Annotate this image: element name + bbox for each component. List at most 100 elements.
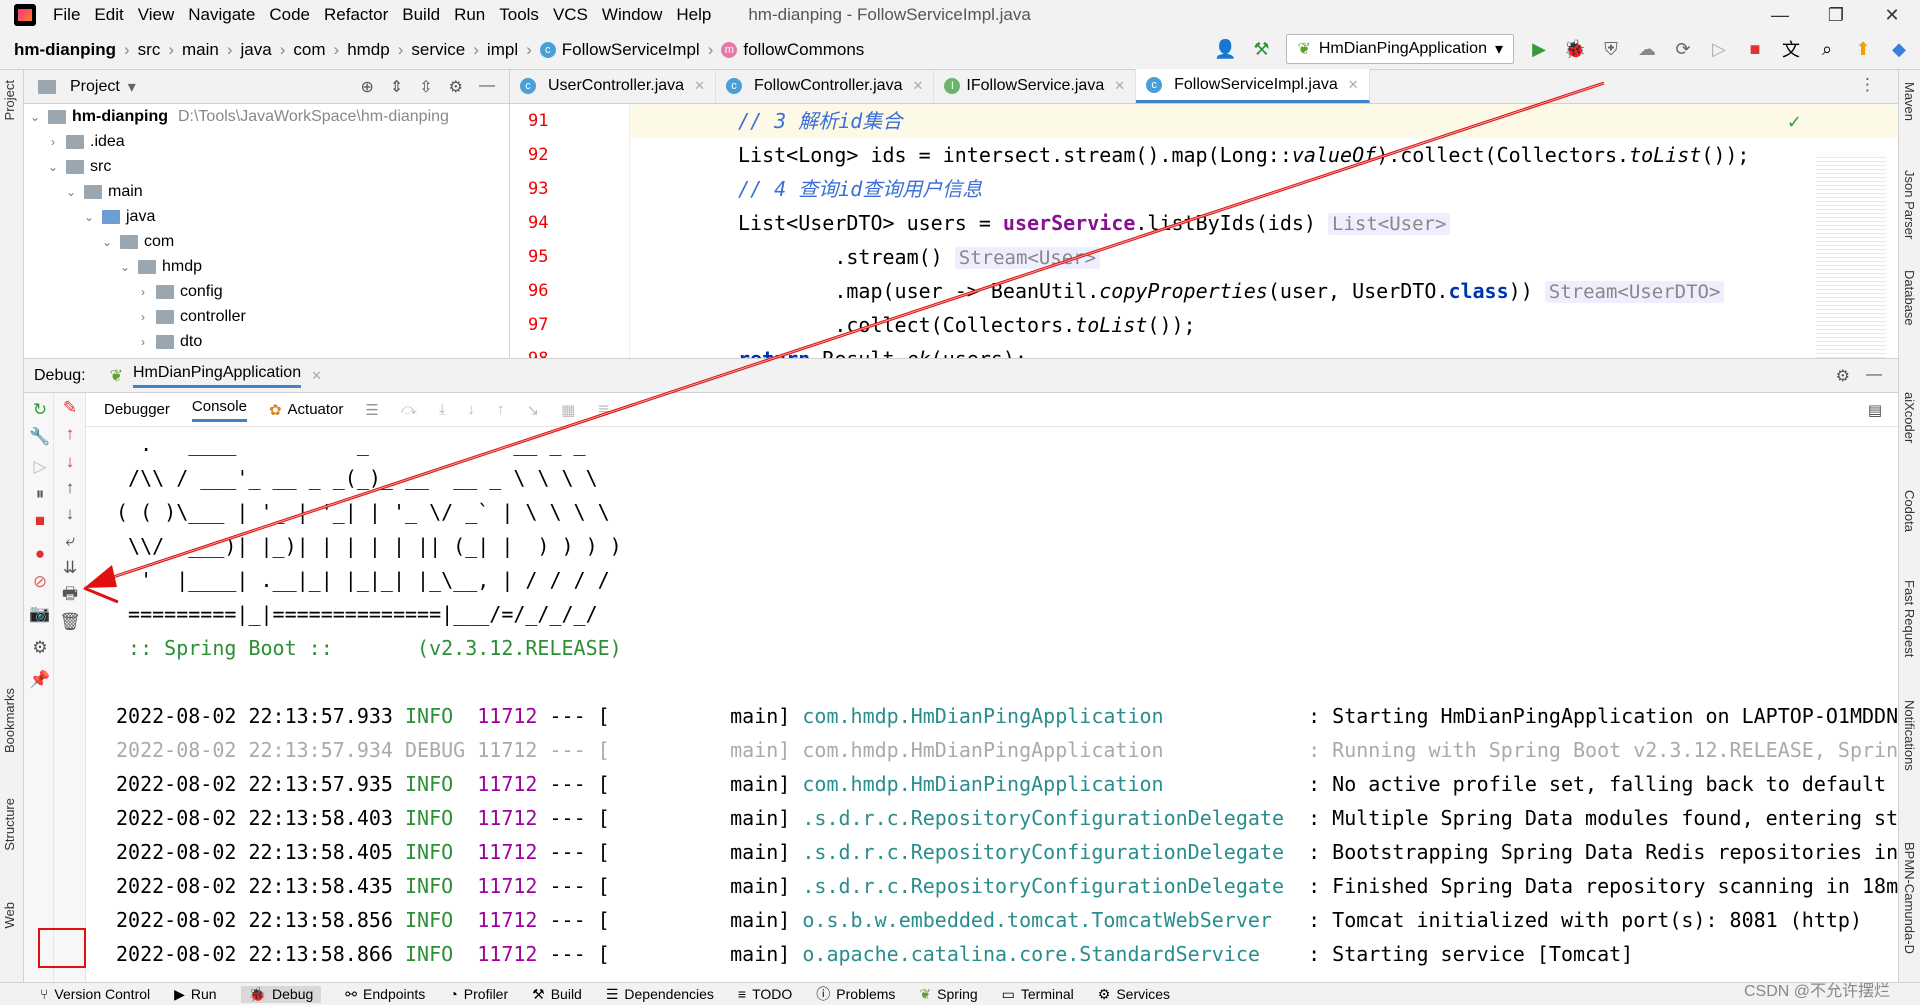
- tool-window-database[interactable]: Database: [1902, 270, 1917, 326]
- tool-problems[interactable]: ⓘ Problems: [816, 984, 895, 1004]
- show-execution-point-icon[interactable]: ⤼: [401, 401, 417, 418]
- tab-followcontroller[interactable]: c FollowController.java ✕: [716, 69, 935, 103]
- step-out-icon[interactable]: ↑: [497, 401, 505, 418]
- breadcrumb-hmdp[interactable]: hmdp: [347, 40, 390, 60]
- chevron-down-icon[interactable]: ⌄: [46, 160, 60, 174]
- menu-edit[interactable]: Edit: [87, 5, 130, 25]
- close-icon[interactable]: ✕: [1864, 0, 1920, 30]
- code-area[interactable]: // 3 解析id集合 List<Long> ids = intersect.s…: [630, 104, 1898, 358]
- tool-spring[interactable]: ❦ Spring: [919, 986, 977, 1003]
- scroll-down-icon[interactable]: ↓: [59, 503, 81, 525]
- breadcrumb-main[interactable]: main: [182, 40, 219, 60]
- trash-icon[interactable]: 🗑: [59, 611, 81, 633]
- chevron-down-icon[interactable]: ⌄: [118, 260, 132, 274]
- tool-window-bpmn[interactable]: BPMN-Camunda-D: [1902, 842, 1917, 954]
- minimize-icon[interactable]: —: [1752, 0, 1808, 30]
- settings-wrench-icon[interactable]: 🔧: [29, 426, 51, 448]
- tool-window-web[interactable]: Web: [2, 902, 17, 929]
- menu-vcs[interactable]: VCS: [546, 5, 595, 25]
- scroll-up-icon[interactable]: ↑: [59, 477, 81, 499]
- chevron-down-icon[interactable]: ⌄: [100, 235, 114, 249]
- tree-item-idea[interactable]: › .idea: [24, 129, 509, 154]
- stop-icon[interactable]: ■: [29, 510, 51, 532]
- down-arrow-icon[interactable]: ↓: [59, 451, 81, 473]
- project-panel-title[interactable]: Project: [70, 78, 120, 96]
- menu-navigate[interactable]: Navigate: [181, 5, 262, 25]
- pause-icon[interactable]: ⏸: [29, 483, 51, 505]
- debug-session-tab[interactable]: HmDianPingApplication: [133, 364, 302, 388]
- rerun-icon[interactable]: ↻: [29, 399, 51, 421]
- up-arrow-icon[interactable]: ↑: [59, 423, 81, 445]
- resume-icon[interactable]: ▷: [1708, 38, 1730, 60]
- menu-code[interactable]: Code: [262, 5, 317, 25]
- scroll-to-end-icon[interactable]: ⇊: [59, 557, 81, 579]
- close-icon[interactable]: ✕: [694, 78, 705, 94]
- stop-icon[interactable]: ■: [1744, 38, 1766, 60]
- view-breakpoints-icon[interactable]: ●: [29, 543, 51, 565]
- menu-run[interactable]: Run: [447, 5, 492, 25]
- close-icon[interactable]: ✕: [912, 78, 923, 94]
- tool-services[interactable]: ⚙ Services: [1098, 986, 1170, 1003]
- restore-icon[interactable]: ❐: [1808, 0, 1864, 30]
- translate-icon[interactable]: 文: [1780, 38, 1802, 60]
- camera-icon[interactable]: 📷: [29, 603, 51, 625]
- trace-icon[interactable]: ≣: [597, 401, 610, 419]
- inspection-ok-icon[interactable]: ✓: [1787, 112, 1802, 133]
- tab-ifollowservice[interactable]: I IFollowService.java ✕: [934, 69, 1137, 103]
- breadcrumb-service[interactable]: service: [411, 40, 465, 60]
- plugin-logo-icon[interactable]: ◆: [1888, 38, 1910, 60]
- user-icon[interactable]: 👤: [1214, 38, 1236, 60]
- menu-file[interactable]: File: [46, 5, 87, 25]
- tree-item-src[interactable]: ⌄ src: [24, 154, 509, 179]
- layout-icon[interactable]: ▤: [1868, 401, 1882, 419]
- coverage-icon[interactable]: ⛨: [1600, 38, 1622, 60]
- tool-window-bookmarks[interactable]: Bookmarks: [2, 688, 17, 753]
- chevron-right-icon[interactable]: ›: [136, 310, 150, 324]
- tree-item-controller[interactable]: › controller: [24, 304, 509, 329]
- tool-endpoints[interactable]: ⚯ Endpoints: [345, 986, 425, 1003]
- tab-debugger[interactable]: Debugger: [104, 401, 170, 418]
- mute-breakpoints-icon[interactable]: ⊘: [29, 571, 51, 593]
- chevron-right-icon[interactable]: ›: [46, 135, 60, 149]
- tool-todo[interactable]: ≡ TODO: [738, 986, 792, 1002]
- menu-view[interactable]: View: [131, 5, 182, 25]
- resume-program-icon[interactable]: ▷: [29, 456, 51, 478]
- tool-window-json-parser[interactable]: Json Parser: [1902, 170, 1917, 239]
- breadcrumb-src[interactable]: src: [138, 40, 161, 60]
- breadcrumb-project[interactable]: hm-dianping: [14, 40, 116, 60]
- menu-window[interactable]: Window: [595, 5, 669, 25]
- tool-window-project[interactable]: Project: [2, 80, 17, 120]
- tree-item-java[interactable]: ⌄ java: [24, 204, 509, 229]
- run-config-selector[interactable]: ❦ HmDianPingApplication ▾: [1286, 34, 1514, 64]
- locate-icon[interactable]: ⊕: [360, 77, 373, 97]
- gear-icon[interactable]: ⚙: [449, 77, 463, 97]
- breadcrumb-class[interactable]: FollowServiceImpl: [562, 40, 700, 60]
- tool-window-fast-request[interactable]: Fast Request: [1902, 580, 1917, 657]
- tool-debug[interactable]: 🐞 Debug: [240, 985, 322, 1003]
- chevron-down-icon[interactable]: ⌄: [28, 110, 42, 124]
- hide-icon[interactable]: —: [479, 77, 495, 97]
- tool-window-aixcoder[interactable]: aiXcoder: [1902, 392, 1917, 443]
- tree-item-hm-dianping[interactable]: ⌄ hm-dianping D:\Tools\JavaWorkSpace\hm-di…: [24, 104, 509, 129]
- close-icon[interactable]: ✕: [1114, 78, 1125, 94]
- menu-refactor[interactable]: Refactor: [317, 5, 395, 25]
- tool-window-maven[interactable]: Maven: [1902, 82, 1917, 121]
- more-tabs-icon[interactable]: ⋮: [1859, 75, 1898, 103]
- chevron-down-icon[interactable]: ⌄: [64, 185, 78, 199]
- chevron-down-icon[interactable]: ▾: [128, 77, 136, 97]
- run-to-cursor-icon[interactable]: ↘: [527, 401, 540, 419]
- tab-followserviceimpl[interactable]: c FollowServiceImpl.java ✕: [1136, 69, 1370, 103]
- debug-icon[interactable]: 🐞: [1564, 38, 1586, 60]
- tool-run[interactable]: ▶ Run: [174, 986, 216, 1003]
- tool-window-codota[interactable]: Codota: [1902, 490, 1917, 532]
- tool-window-structure[interactable]: Structure: [2, 798, 17, 851]
- update-icon[interactable]: ⬆: [1852, 38, 1874, 60]
- step-into-icon[interactable]: ↓: [468, 401, 476, 418]
- evaluate-icon[interactable]: ▦: [561, 401, 575, 419]
- menu-help[interactable]: Help: [669, 5, 718, 25]
- search-icon[interactable]: ⌕: [1816, 38, 1838, 60]
- gear-icon[interactable]: ⚙: [29, 637, 51, 659]
- hammer-icon[interactable]: ⚒: [1250, 38, 1272, 60]
- gear-icon[interactable]: ⚙: [1836, 366, 1850, 386]
- print-icon[interactable]: 🖶: [59, 584, 81, 606]
